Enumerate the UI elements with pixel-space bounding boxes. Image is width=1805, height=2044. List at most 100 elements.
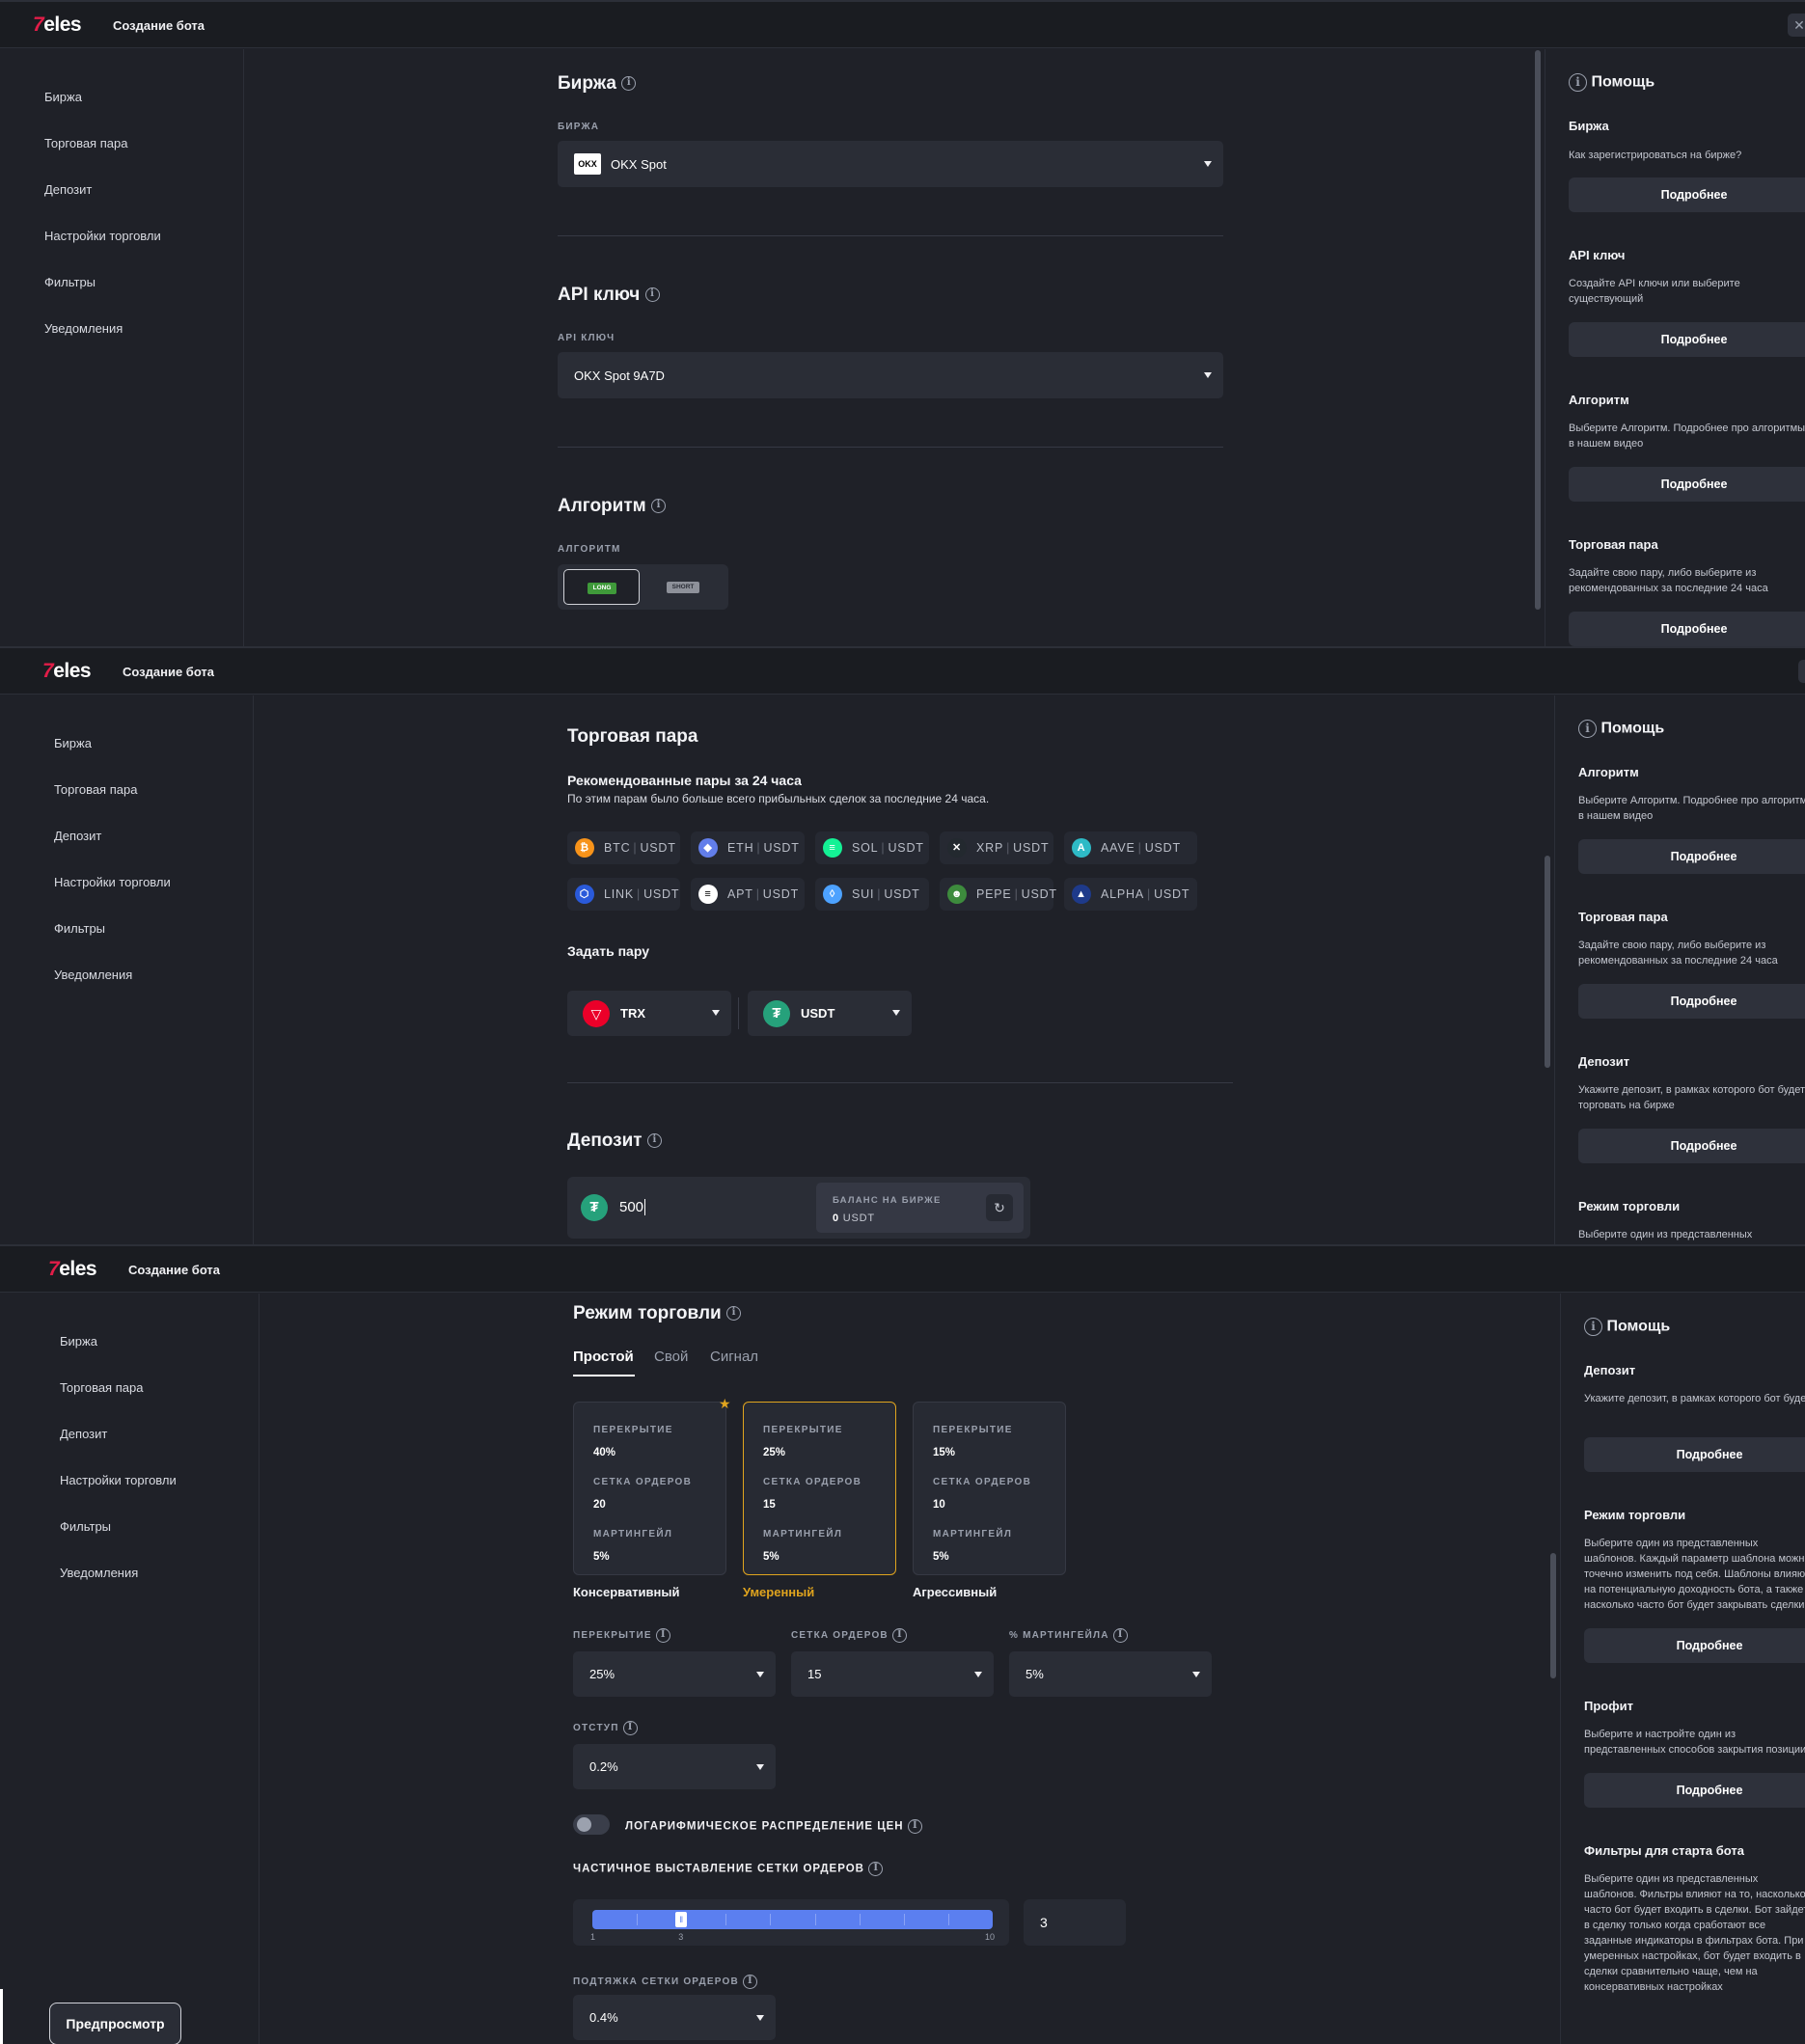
info-icon[interactable]: i [651,499,666,514]
scrollbar[interactable] [1550,1553,1556,1678]
help-more-button[interactable]: Подробнее [1569,612,1805,646]
pair-chip-sol[interactable]: ≡ SOL | USDT [815,831,929,864]
help-pair-title: Торговая пара [1578,910,1668,924]
pair-chip-alpha[interactable]: ▲ ALPHA | USDT [1064,878,1197,911]
pullup-select[interactable]: 0.4% [573,1995,776,2040]
quote-coin-value: USDT [801,1006,835,1021]
close-icon[interactable]: ✕ [1788,14,1805,37]
info-icon[interactable]: i [907,1819,922,1834]
pair-chip-xrp[interactable]: ✕ XRP | USDT [940,831,1053,864]
sidebar-item-notifications[interactable]: Уведомления [54,967,132,982]
pair-chip-label: SOL | USDT [852,841,924,855]
help-more-button[interactable]: Подробнее [1584,1773,1805,1808]
help-more-button[interactable]: Подробнее [1578,839,1805,874]
pair-chip-sui[interactable]: ◊ SUI | USDT [815,878,929,911]
info-icon[interactable]: i [621,76,637,92]
sidebar-item-notifications[interactable]: Уведомления [60,1566,138,1580]
martingale-select[interactable]: 5% [1009,1651,1212,1697]
pair-chip-label: SUI | USDT [852,887,920,901]
info-icon[interactable]: i [622,1721,638,1735]
log-toggle[interactable] [573,1814,610,1835]
deposit-input[interactable]: 500 [619,1191,793,1224]
help-more-button[interactable]: Подробнее [1569,177,1805,212]
sidebar-item-pair[interactable]: Торговая пара [54,782,137,797]
preview-button[interactable]: Предпросмотр [49,2003,181,2044]
slider-handle[interactable]: ‖ [674,1911,689,1928]
pair-chip-eth[interactable]: ◆ ETH | USDT [691,831,805,864]
info-icon[interactable]: i [655,1628,670,1643]
help-more-button[interactable]: Подробнее [1584,1437,1805,1472]
pair-chip-link[interactable]: ⬡ LINK | USDT [567,878,680,911]
preset-key: ПЕРЕКРЫТИЕ [933,1425,1013,1435]
slider-value-input[interactable]: 3 [1024,1899,1126,1946]
sidebar-item-notifications[interactable]: Уведомления [44,321,123,336]
tab-signal[interactable]: Сигнал [710,1349,758,1365]
api-key-select[interactable]: OKX Spot 9A7D [558,352,1223,398]
help-pair-desc: Задайте свою пару, либо выберите из реко… [1569,567,1768,594]
slider-box: ‖ 1 3 10 [573,1899,1009,1946]
scrollbar[interactable] [1545,856,1550,1068]
help-more-button[interactable]: Подробнее [1569,467,1805,502]
preset-card-2[interactable]: ПЕРЕКРЫТИЕ 25% СЕТКА ОРДЕРОВ 15 МАРТИНГЕЙЛ 5% [743,1402,896,1575]
info-icon[interactable]: i [868,1862,884,1876]
sidebar-item-filters[interactable]: Фильтры [44,275,96,289]
help-more-button[interactable]: Подробнее [1578,1129,1805,1163]
scrollbar[interactable] [1535,50,1541,610]
tab-custom[interactable]: Свой [654,1349,688,1365]
algo-short-option[interactable]: SHORT [645,569,722,605]
sidebar-item-exchange[interactable]: Биржа [54,736,92,750]
help-more-button[interactable]: Подробнее [1584,1628,1805,1663]
info-icon[interactable]: i [742,1975,757,1989]
veles-logo[interactable]: 7eles [42,660,92,683]
slider-tick [770,1914,772,1925]
sidebar-item-deposit[interactable]: Депозит [54,829,101,843]
sidebar-item-exchange[interactable]: Биржа [60,1334,97,1349]
indent-select[interactable]: 0.2% [573,1744,776,1789]
help-profit-desc: Выберите и настройте один из представлен… [1584,1729,1805,1756]
pair-chip-btc[interactable]: ₿ BTC | USDT [567,831,680,864]
veles-logo[interactable]: 7eles [48,1258,97,1281]
quote-coin-select[interactable]: ₮ USDT [748,991,912,1036]
info-icon[interactable]: i [891,1628,907,1643]
sidebar-item-trade-settings[interactable]: Настройки торговли [54,875,171,889]
exchange-select[interactable]: OKX OKX Spot [558,141,1223,187]
sidebar-item-exchange[interactable]: Биржа [44,90,82,104]
orders-select[interactable]: 15 [791,1651,994,1697]
help-more-button[interactable]: Подробнее [1569,322,1805,357]
info-icon[interactable]: i [644,287,660,303]
close-icon[interactable]: ✕ [1798,660,1805,683]
help-title: i Помощь [1584,1318,1670,1336]
sidebar-item-pair[interactable]: Торговая пара [44,136,127,150]
veles-logo[interactable]: 7eles [33,14,82,37]
pair-chip-label: LINK | USDT [604,887,680,901]
help-more-button[interactable]: Подробнее [1578,984,1805,1019]
info-icon[interactable]: i [726,1306,741,1322]
sidebar-item-deposit[interactable]: Депозит [44,182,92,197]
algo-long-option[interactable]: LONG [563,569,640,605]
pair-chip-aave[interactable]: A AAVE | USDT [1064,831,1197,864]
sidebar-item-filters[interactable]: Фильтры [54,921,105,936]
sidebar-item-pair[interactable]: Торговая пара [60,1380,143,1395]
slider-max-label: 10 [985,1932,996,1942]
chevron-down-icon [892,1010,900,1016]
sidebar-item-deposit[interactable]: Депозит [60,1427,107,1441]
info-icon[interactable]: i [1112,1628,1128,1643]
sidebar-item-trade-settings[interactable]: Настройки торговли [44,229,161,243]
indent-label: ОТСТУП i [573,1721,638,1735]
info-icon[interactable]: i [646,1133,662,1149]
overlap-select[interactable]: 25% [573,1651,776,1697]
preset-card-1[interactable]: ПЕРЕКРЫТИЕ 40% СЕТКА ОРДЕРОВ 20 МАРТИНГЕЙЛ 5%… [573,1396,731,1575]
balance-label: БАЛАНС НА БИРЖЕ [833,1195,942,1206]
sidebar-item-filters[interactable]: Фильтры [60,1519,111,1534]
refresh-icon[interactable]: ↻ [986,1194,1013,1221]
slider-track[interactable] [592,1910,993,1929]
pair-chip-pepe[interactable]: ☻ PEPE | USDT [940,878,1056,911]
sidebar-item-trade-settings[interactable]: Настройки торговли [60,1473,177,1487]
preset-card-3[interactable]: ПЕРЕКРЫТИЕ 15% СЕТКА ОРДЕРОВ 10 МАРТИНГЕЙЛ 5% [913,1402,1066,1575]
help-deposit-desc: Укажите депозит, в рамках которого бот б… [1584,1393,1805,1404]
overlap-label: ПЕРЕКРЫТИЕ i [573,1628,670,1643]
pair-chip-apt[interactable]: ≡ APT | USDT [691,878,805,911]
tab-simple[interactable]: Простой [573,1349,634,1365]
base-coin-select[interactable]: ▽ TRX [567,991,731,1036]
left-edge-marker [0,1989,3,2044]
